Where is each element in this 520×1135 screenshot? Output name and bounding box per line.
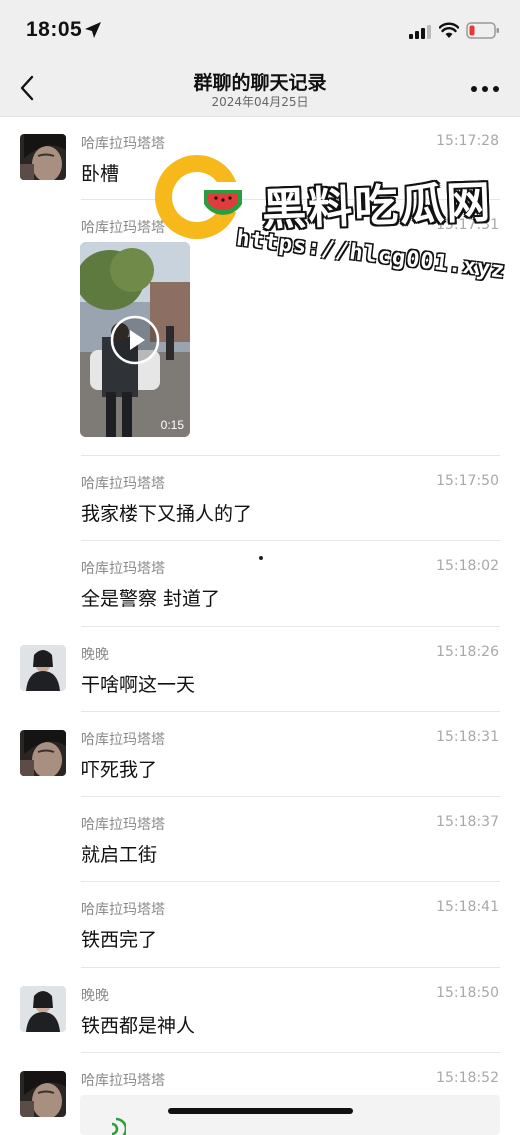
sender-name: 哈库拉玛塔塔 bbox=[81, 136, 165, 152]
avatar[interactable] bbox=[20, 645, 66, 691]
message-time: 15:18:37 bbox=[436, 814, 499, 830]
chat-message[interactable]: 哈库拉玛塔塔 15:17:28 卧槽 bbox=[0, 116, 520, 200]
message-time: 15:17:50 bbox=[436, 473, 499, 489]
sender-name: 哈库拉玛塔塔 bbox=[81, 817, 165, 833]
sender-name: 哈库拉玛塔塔 bbox=[81, 1073, 165, 1089]
page-subtitle: 2024年04月25日 bbox=[211, 95, 309, 109]
nav-bar: 群聊的聊天记录 2024年04月25日 bbox=[0, 60, 520, 117]
stray-dot bbox=[259, 556, 263, 560]
signal-icon bbox=[409, 25, 431, 39]
chat-message[interactable]: 哈库拉玛塔塔 15:18:52 bbox=[0, 1053, 520, 1135]
message-time: 15:17:31 bbox=[436, 217, 499, 233]
more-icon[interactable] bbox=[469, 84, 501, 94]
sender-name: 哈库拉玛塔塔 bbox=[81, 732, 165, 748]
message-text: 吓死我了 bbox=[81, 759, 158, 781]
location-arrow-icon bbox=[85, 22, 101, 38]
chat-message[interactable]: 哈库拉玛塔塔 15:18:37 就启工街 bbox=[0, 797, 520, 882]
chat-message[interactable]: 晚晚 15:18:50 铁西都是神人 bbox=[0, 968, 520, 1053]
message-time: 15:18:50 bbox=[436, 985, 499, 1001]
message-time: 15:18:26 bbox=[436, 644, 499, 660]
sender-name: 晚晚 bbox=[81, 647, 109, 663]
voice-message-card[interactable] bbox=[80, 1095, 500, 1135]
sender-name: 哈库拉玛塔塔 bbox=[81, 561, 165, 577]
message-time: 15:18:41 bbox=[436, 899, 499, 915]
sender-name: 哈库拉玛塔塔 bbox=[81, 476, 165, 492]
chat-message[interactable]: 哈库拉玛塔塔 15:17:50 我家楼下又捅人的了 bbox=[0, 456, 520, 541]
sender-name: 晚晚 bbox=[81, 988, 109, 1004]
avatar[interactable] bbox=[20, 1071, 66, 1117]
message-text: 就启工街 bbox=[81, 844, 158, 866]
video-thumbnail[interactable]: 0:15 bbox=[80, 242, 190, 437]
message-text: 全是警察 封道了 bbox=[81, 588, 221, 610]
video-duration: 0:15 bbox=[160, 418, 184, 432]
message-time: 15:17:28 bbox=[436, 133, 499, 149]
chat-message[interactable]: 哈库拉玛塔塔 15:18:02 全是警察 封道了 bbox=[0, 541, 520, 627]
status-time: 18:05 bbox=[26, 18, 83, 41]
sender-name: 哈库拉玛塔塔 bbox=[81, 220, 165, 236]
chat-message[interactable]: 哈库拉玛塔塔 15:18:41 铁西完了 bbox=[0, 882, 520, 968]
home-indicator[interactable] bbox=[168, 1108, 353, 1114]
chat-message[interactable]: 哈库拉玛塔塔 15:17:31 0:15 bbox=[0, 200, 520, 456]
avatar[interactable] bbox=[20, 986, 66, 1032]
voice-icon bbox=[111, 1117, 126, 1135]
message-time: 15:18:31 bbox=[436, 729, 499, 745]
message-time: 15:18:02 bbox=[436, 558, 499, 574]
message-text: 我家楼下又捅人的了 bbox=[81, 503, 253, 525]
page-title: 群聊的聊天记录 bbox=[193, 72, 327, 94]
message-text: 卧槽 bbox=[81, 163, 120, 185]
chat-message[interactable]: 晚晚 15:18:26 干啥啊这一天 bbox=[0, 627, 520, 712]
chat-message[interactable]: 哈库拉玛塔塔 15:18:31 吓死我了 bbox=[0, 712, 520, 797]
status-bar: 18:05 bbox=[0, 0, 520, 60]
message-text: 干啥啊这一天 bbox=[81, 674, 196, 696]
sender-name: 哈库拉玛塔塔 bbox=[81, 902, 165, 918]
message-text: 铁西完了 bbox=[81, 929, 158, 951]
wifi-icon bbox=[439, 22, 459, 38]
play-icon[interactable] bbox=[109, 314, 161, 366]
avatar[interactable] bbox=[20, 730, 66, 776]
battery-icon bbox=[466, 22, 499, 39]
message-time: 15:18:52 bbox=[436, 1070, 499, 1086]
avatar[interactable] bbox=[20, 134, 66, 180]
message-text: 铁西都是神人 bbox=[81, 1015, 196, 1037]
